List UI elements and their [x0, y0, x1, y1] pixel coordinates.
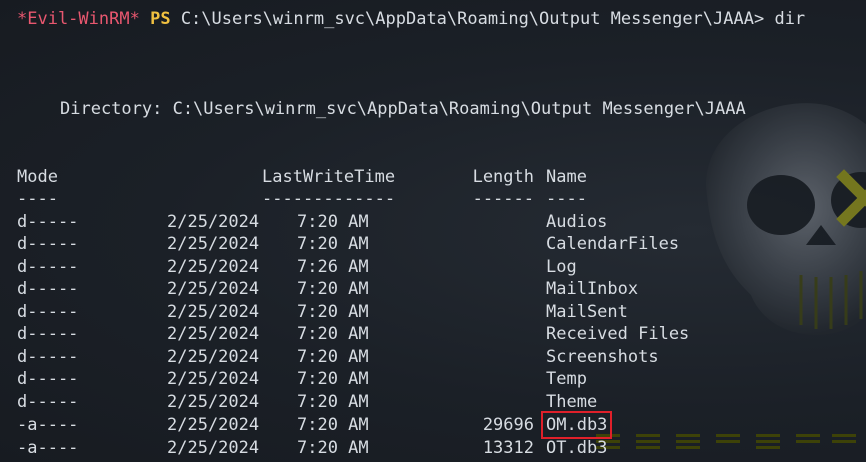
separator-lastwritetime: ------------- — [262, 189, 396, 209]
header-mode: Mode — [17, 167, 58, 187]
entry-mode: -a---- — [17, 438, 79, 458]
header-lastwritetime: LastWriteTime — [262, 167, 396, 187]
entry-time: 7:20 AM — [297, 324, 369, 344]
entry-name: CalendarFiles — [546, 234, 680, 254]
header-length: Length — [472, 167, 534, 187]
entry-date: 2/25/2024 — [167, 257, 260, 277]
entry-name: MailSent — [546, 302, 628, 322]
entry-name: Audios — [546, 212, 608, 232]
entry-time: 7:20 AM — [297, 234, 369, 254]
table-row[interactable]: d----- 2/25/2024 7:20 AM Temp — [0, 368, 866, 390]
entry-time: 7:20 AM — [297, 212, 369, 232]
table-row[interactable]: -a---- 2/25/2024 7:20 AM 13312 OT.db3 — [0, 437, 866, 459]
entry-time: 7:20 AM — [297, 392, 369, 412]
entry-time: 7:26 AM — [297, 257, 369, 277]
table-row[interactable]: d----- 2/25/2024 7:20 AM CalendarFiles — [0, 233, 866, 255]
entry-mode: d----- — [17, 302, 79, 322]
entry-name: Log — [546, 257, 577, 277]
entry-time: 7:20 AM — [297, 302, 369, 322]
entry-date: 2/25/2024 — [167, 369, 260, 389]
entry-name: MailInbox — [546, 279, 639, 299]
entry-date: 2/25/2024 — [167, 212, 260, 232]
entry-time: 7:20 AM — [297, 347, 369, 367]
shell-label: *Evil-WinRM* — [17, 9, 140, 29]
entry-time: 7:20 AM — [297, 369, 369, 389]
table-row[interactable]: d----- 2/25/2024 7:20 AM MailInbox — [0, 278, 866, 300]
separator-name: ---- — [546, 189, 587, 209]
ps-label: PS — [150, 9, 171, 29]
entry-mode: d----- — [17, 212, 79, 232]
entry-mode: d----- — [17, 234, 79, 254]
entry-date: 2/25/2024 — [167, 324, 260, 344]
table-row[interactable]: d----- 2/25/2024 7:26 AM Log — [0, 256, 866, 278]
entry-name: Received Files — [546, 324, 690, 344]
entry-date: 2/25/2024 — [167, 392, 260, 412]
entry-date: 2/25/2024 — [167, 347, 260, 367]
prompt-line[interactable]: *Evil-WinRM* PS C:\Users\winrm_svc\AppDa… — [17, 8, 805, 30]
table-row[interactable]: d----- 2/25/2024 7:20 AM Screenshots — [0, 346, 866, 368]
separator-mode: ---- — [17, 189, 58, 209]
entry-date: 2/25/2024 — [167, 438, 260, 458]
table-row[interactable]: d----- 2/25/2024 7:20 AM Audios — [0, 211, 866, 233]
table-row[interactable]: d----- 2/25/2024 7:20 AM Received Files — [0, 323, 866, 345]
entry-time: 7:20 AM — [297, 415, 369, 435]
entry-name-highlighted: OM.db3 — [540, 411, 613, 439]
table-row[interactable]: d----- 2/25/2024 7:20 AM MailSent — [0, 301, 866, 323]
entry-name: Screenshots — [546, 347, 659, 367]
entry-mode: d----- — [17, 347, 79, 367]
entry-mode: d----- — [17, 257, 79, 277]
entry-time: 7:20 AM — [297, 438, 369, 458]
separator-length: ------ — [472, 189, 534, 209]
entry-name: Theme — [546, 392, 598, 412]
prompt-path: C:\Users\winrm_svc\AppData\Roaming\Outpu… — [180, 9, 765, 29]
terminal-window[interactable]: *Evil-WinRM* PS C:\Users\winrm_svc\AppDa… — [0, 0, 866, 462]
listing-header: Mode LastWriteTime Length Name — [0, 166, 866, 188]
entry-name: Temp — [546, 369, 587, 389]
entry-name: OT.db3 — [546, 438, 608, 458]
listing-separator: ---- ------------- ------ ---- — [0, 188, 866, 210]
entry-mode: d----- — [17, 324, 79, 344]
entry-mode: d----- — [17, 279, 79, 299]
entry-date: 2/25/2024 — [167, 415, 260, 435]
header-name: Name — [546, 167, 587, 187]
entry-mode: -a---- — [17, 415, 79, 435]
table-row[interactable]: d----- 2/25/2024 7:20 AM Theme — [0, 391, 866, 413]
entry-date: 2/25/2024 — [167, 302, 260, 322]
entry-length: 13312 — [482, 438, 534, 458]
table-row[interactable]: -a---- 2/25/2024 7:20 AM 29696 OM.db3 — [0, 411, 866, 439]
entry-mode: d----- — [17, 369, 79, 389]
command-text: dir — [774, 9, 806, 29]
entry-mode: d----- — [17, 392, 79, 412]
entry-time: 7:20 AM — [297, 279, 369, 299]
entry-date: 2/25/2024 — [167, 234, 260, 254]
entry-length: 29696 — [482, 415, 534, 435]
directory-line: Directory: C:\Users\winrm_svc\AppData\Ro… — [60, 99, 746, 119]
entry-date: 2/25/2024 — [167, 279, 260, 299]
